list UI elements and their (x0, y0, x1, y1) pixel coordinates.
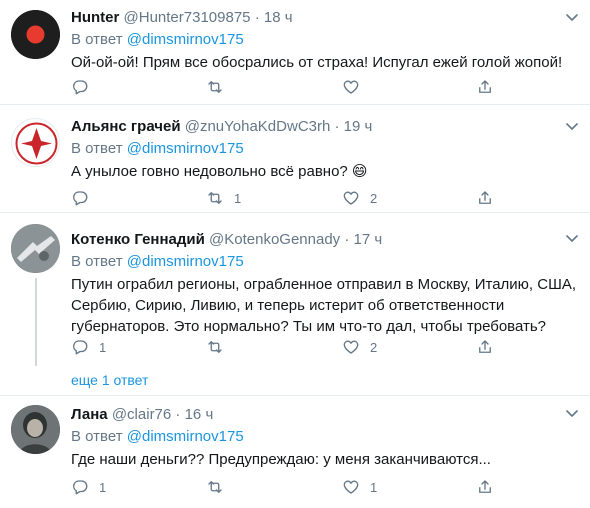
avatar-image (11, 224, 60, 273)
reply-context: В ответ @dimsmirnov175 (71, 30, 576, 50)
author-handle[interactable]: @znuYohaKdDwC3rh (185, 118, 331, 135)
separator-dot: · (334, 118, 340, 135)
tweet[interactable]: Hunter @Hunter73109875 · 18 ч В ответ @d… (0, 0, 590, 104)
chevron-down-icon[interactable] (564, 405, 580, 421)
reply-context: В ответ @dimsmirnov175 (71, 139, 576, 159)
retweet-button[interactable]: 1 (206, 188, 241, 208)
author-name[interactable]: Котенко Геннадий (71, 231, 205, 248)
author-name[interactable]: Альянс грачей (71, 118, 181, 135)
share-icon (479, 340, 491, 353)
tweet-text: А унылое говно недовольно всё равно? 😄 (71, 163, 368, 180)
timestamp[interactable]: 18 ч (264, 9, 293, 26)
like-count: 2 (370, 190, 378, 206)
tweet[interactable]: Лана @clair76 · 16 ч В ответ @dimsmirnov… (0, 395, 590, 508)
reply-button[interactable] (71, 77, 99, 97)
like-icon (343, 480, 359, 494)
like-icon (343, 80, 359, 94)
avatar-image (11, 10, 60, 59)
mention-link[interactable]: @dimsmirnov175 (127, 31, 244, 48)
like-count: 1 (370, 479, 378, 495)
reply-icon (73, 340, 88, 355)
thread-line (35, 278, 37, 366)
retweet-button[interactable] (206, 337, 234, 357)
reply-icon (73, 80, 88, 95)
retweet-icon (208, 341, 222, 353)
tweet-text: Где наши деньги?? Предупреждаю: у меня з… (71, 451, 491, 468)
reply-context: В ответ @dimsmirnov175 (71, 252, 576, 272)
avatar[interactable] (11, 224, 60, 273)
separator-dot: · (175, 406, 181, 423)
avatar-image (15, 122, 58, 165)
like-count: 2 (370, 339, 378, 355)
reply-prefix: В ответ (71, 253, 123, 270)
timestamp[interactable]: 16 ч (185, 406, 214, 423)
timestamp[interactable]: 19 ч (344, 118, 373, 135)
show-more-replies-link[interactable]: еще 1 ответ (71, 372, 148, 388)
reply-button[interactable]: 1 (71, 337, 106, 357)
avatar[interactable] (11, 405, 60, 454)
author-handle[interactable]: @Hunter73109875 (124, 9, 251, 26)
author-handle[interactable]: @KotenkoGennady (209, 231, 340, 248)
share-icon (479, 80, 491, 93)
reply-prefix: В ответ (71, 140, 123, 157)
mention-link[interactable]: @dimsmirnov175 (127, 428, 244, 445)
like-icon (343, 340, 359, 354)
retweet-icon (208, 481, 222, 493)
separator-dot: · (344, 231, 350, 248)
share-button[interactable] (476, 477, 494, 497)
author-name[interactable]: Hunter (71, 9, 119, 26)
share-button[interactable] (476, 77, 494, 97)
reply-icon (73, 191, 88, 206)
avatar-image (11, 405, 60, 454)
retweet-icon (208, 81, 222, 93)
separator-dot: · (254, 9, 260, 26)
tweet[interactable]: Котенко Геннадий @KotenkoGennady · 17 ч … (0, 212, 590, 395)
like-button[interactable]: 1 (342, 477, 377, 497)
reply-prefix: В ответ (71, 31, 123, 48)
share-icon (479, 480, 491, 493)
reply-button[interactable]: 1 (71, 477, 106, 497)
tweet-text: Путин ограбил регионы, ограбленное отпра… (71, 276, 577, 335)
retweet-button[interactable] (206, 77, 234, 97)
avatar[interactable] (11, 118, 60, 167)
mention-link[interactable]: @dimsmirnov175 (127, 140, 244, 157)
avatar[interactable] (11, 10, 60, 59)
chevron-down-icon[interactable] (564, 118, 580, 134)
timestamp[interactable]: 17 ч (354, 231, 383, 248)
retweet-count: 1 (234, 190, 242, 206)
like-icon (343, 191, 359, 205)
share-button[interactable] (476, 337, 494, 357)
tweet[interactable]: Альянс грачей @znuYohaKdDwC3rh · 19 ч В … (0, 104, 590, 212)
retweet-icon (208, 192, 222, 204)
like-button[interactable] (342, 77, 370, 97)
chevron-down-icon[interactable] (564, 9, 580, 25)
reply-prefix: В ответ (71, 428, 123, 445)
share-icon (479, 191, 491, 204)
author-name[interactable]: Лана (71, 406, 108, 423)
like-button[interactable]: 2 (342, 337, 377, 357)
retweet-button[interactable] (206, 477, 234, 497)
reply-count: 1 (99, 339, 107, 355)
reply-button[interactable] (71, 188, 99, 208)
reply-icon (73, 480, 88, 495)
share-button[interactable] (476, 188, 494, 208)
author-handle[interactable]: @clair76 (112, 406, 171, 423)
reply-context: В ответ @dimsmirnov175 (71, 427, 576, 447)
chevron-down-icon[interactable] (564, 230, 580, 246)
reply-count: 1 (99, 479, 107, 495)
mention-link[interactable]: @dimsmirnov175 (127, 253, 244, 270)
tweet-text: Ой-ой-ой! Прям все обосрались от страха!… (71, 54, 563, 71)
like-button[interactable]: 2 (342, 188, 377, 208)
